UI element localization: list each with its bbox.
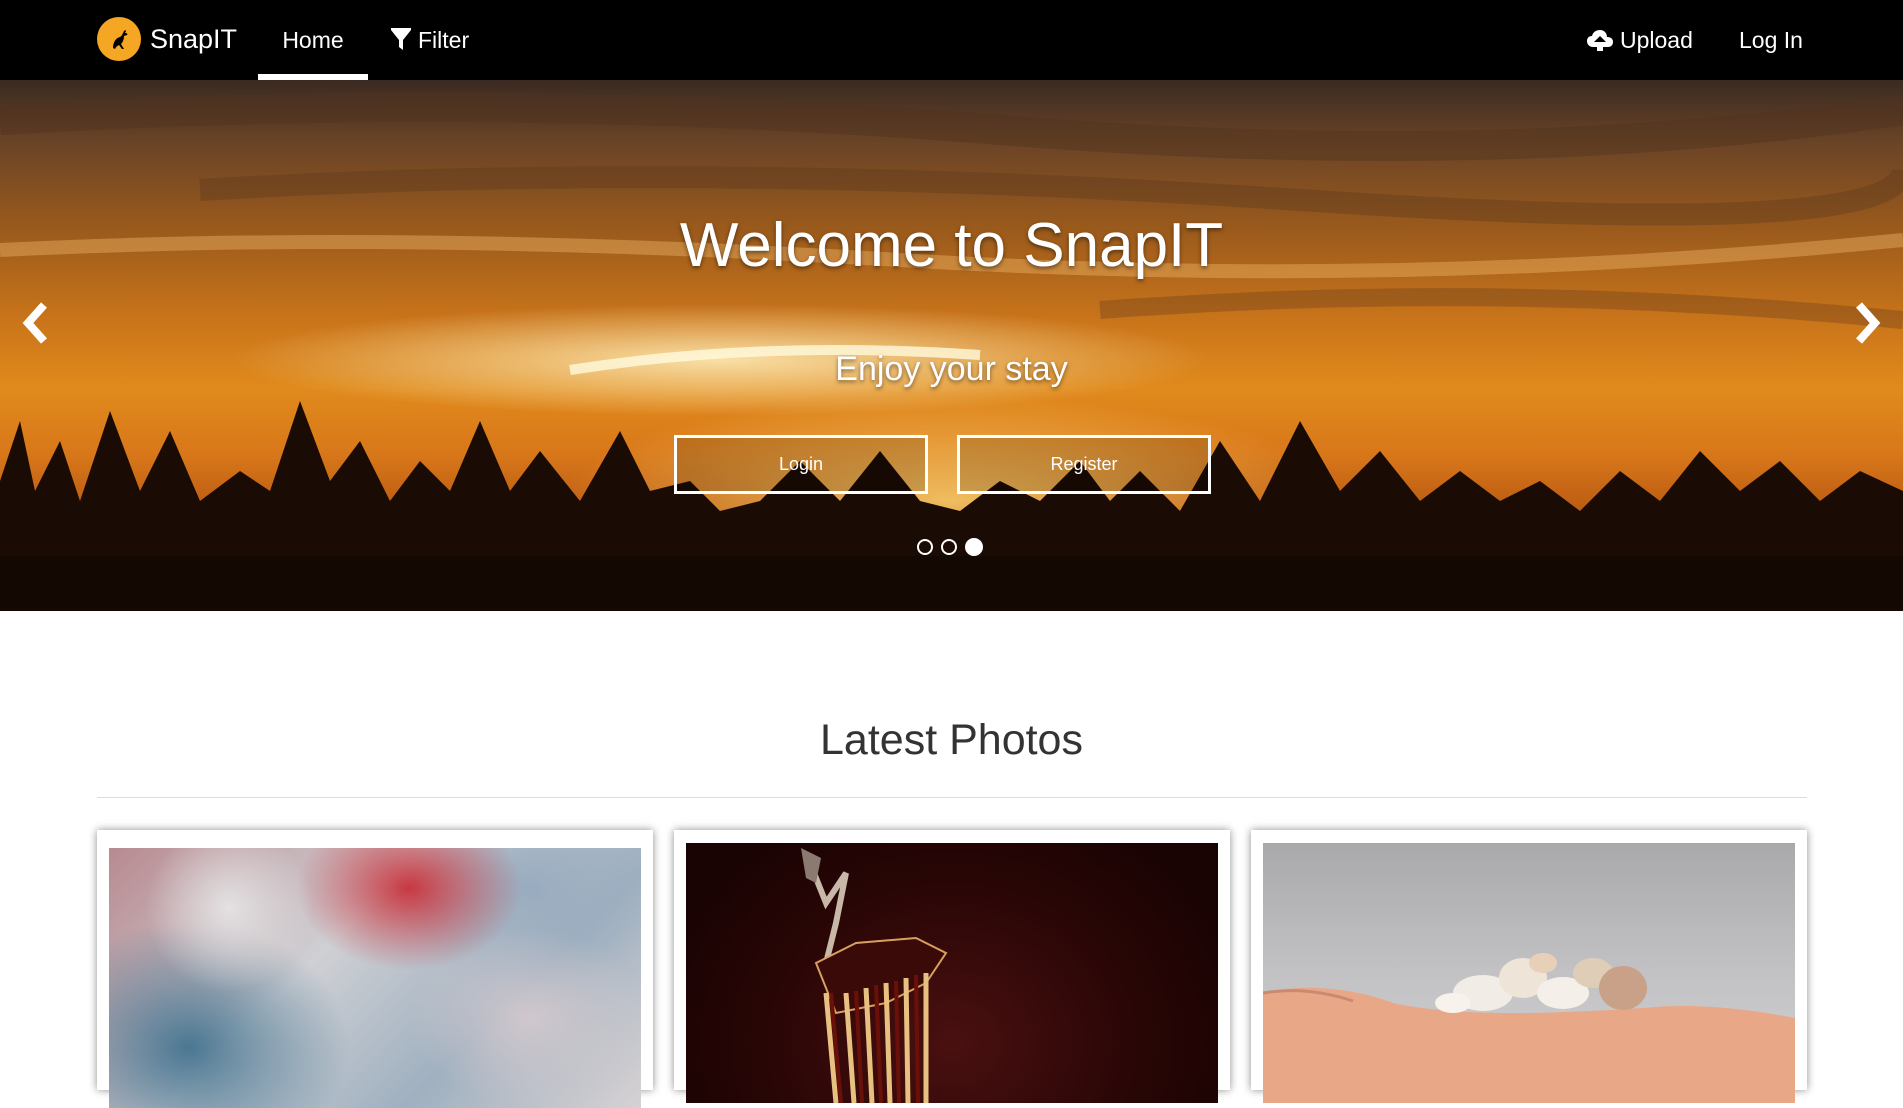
nav-home-link[interactable]: Home bbox=[258, 0, 368, 80]
hero-subtitle: Enjoy your stay bbox=[835, 350, 1068, 388]
brand-link[interactable]: SnapIT bbox=[97, 17, 237, 61]
photo-card[interactable] bbox=[674, 830, 1230, 1103]
nav-upload-label: Upload bbox=[1620, 26, 1693, 53]
carousel-indicator-3[interactable] bbox=[965, 538, 983, 556]
nav-filter-link[interactable]: Filter bbox=[390, 0, 469, 80]
kangaroo-logo-icon bbox=[97, 17, 141, 61]
nav-upload-link[interactable]: Upload bbox=[1586, 0, 1693, 80]
photo-thumbnail-zebra-art[interactable] bbox=[686, 843, 1218, 1103]
cloud-upload-icon bbox=[1586, 28, 1614, 52]
hero-title: Welcome to SnapIT bbox=[679, 211, 1224, 280]
chevron-right-icon bbox=[1853, 301, 1883, 350]
hand-with-shells-graphic bbox=[1263, 953, 1795, 1103]
filter-icon bbox=[390, 28, 412, 52]
latest-photos-heading: Latest Photos bbox=[820, 716, 1083, 764]
photo-thumbnail-hand-shells[interactable] bbox=[1263, 843, 1795, 1103]
hero-register-button[interactable]: Register bbox=[957, 435, 1211, 494]
nav-login-label: Log In bbox=[1739, 26, 1803, 53]
top-navbar: SnapIT Home Filter Upload Log In bbox=[0, 0, 1903, 80]
carousel-next-button[interactable] bbox=[1848, 295, 1888, 355]
nav-filter-label: Filter bbox=[418, 26, 470, 53]
nav-login-link[interactable]: Log In bbox=[1739, 0, 1803, 80]
photo-thumbnail-blurred-colors[interactable] bbox=[109, 848, 641, 1108]
hero-carousel: Welcome to SnapIT Enjoy your stay Login … bbox=[0, 80, 1903, 611]
carousel-prev-button[interactable] bbox=[15, 295, 55, 355]
carousel-indicators bbox=[917, 538, 983, 556]
brand-name: SnapIT bbox=[150, 23, 238, 54]
chevron-left-icon bbox=[20, 301, 50, 350]
zebra-artwork-graphic bbox=[801, 848, 948, 1103]
photo-card[interactable] bbox=[97, 830, 653, 1108]
carousel-indicator-1[interactable] bbox=[917, 539, 933, 555]
nav-home-label: Home bbox=[282, 26, 344, 53]
photo-card[interactable] bbox=[1251, 830, 1807, 1103]
carousel-indicator-2[interactable] bbox=[941, 539, 957, 555]
section-divider bbox=[97, 797, 1807, 798]
tree-silhouettes bbox=[0, 401, 1903, 611]
hero-login-button[interactable]: Login bbox=[674, 435, 928, 494]
